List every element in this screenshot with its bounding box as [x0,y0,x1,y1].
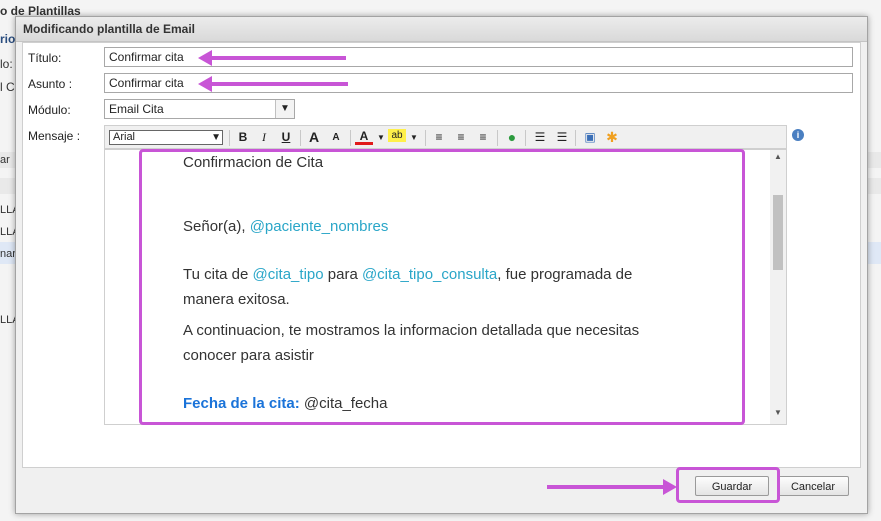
mensaje-label: Mensaje : [28,129,81,143]
grow-font-button[interactable]: A [305,129,323,146]
bold-button[interactable]: B [234,129,252,146]
scroll-thumb[interactable] [773,195,783,270]
info-icon[interactable]: i [792,129,804,141]
link-icon[interactable]: ● [503,129,521,146]
chevron-down-icon[interactable]: ▼ [405,129,423,146]
annotation-highlight-save [676,467,780,503]
modulo-label: Módulo: [28,103,71,117]
ordered-list-icon[interactable]: ☰ [531,129,549,146]
cancel-button[interactable]: Cancelar [777,476,849,496]
align-left-icon[interactable]: ≡ [430,129,448,146]
titulo-label: Título: [28,51,62,65]
background-subtitle: rio [0,32,16,46]
highlight-button[interactable]: ab [388,129,406,142]
shrink-font-button[interactable]: A [327,129,345,146]
scroll-down-icon[interactable]: ▼ [770,408,786,422]
background-label: lo: [0,57,13,71]
modulo-select-value: Email Cita [109,102,164,116]
annotation-highlight-editor [139,149,745,425]
italic-button[interactable]: I [255,129,273,146]
annotation-arrow-asunto [198,76,348,92]
scroll-up-icon[interactable]: ▲ [770,152,786,166]
annotation-arrow-save [547,479,677,495]
chevron-down-icon[interactable]: ▼ [275,100,294,118]
asunto-label: Asunto : [28,77,73,91]
editor-scrollbar[interactable]: ▲ ▼ [770,150,786,424]
font-family-select[interactable]: Arial ▼ [109,130,223,145]
underline-button[interactable]: U [277,129,295,146]
font-family-value: Arial [113,131,136,143]
unordered-list-icon[interactable]: ☰ [553,129,571,146]
align-center-icon[interactable]: ≡ [452,129,470,146]
modulo-select[interactable]: Email Cita ▼ [104,99,295,119]
align-right-icon[interactable]: ≡ [474,129,492,146]
dialog-title: Modificando plantilla de Email [23,22,196,36]
font-color-button[interactable]: A [355,129,373,145]
background-column-header: ar [0,154,10,166]
chevron-down-icon: ▼ [211,132,221,143]
dialog-header[interactable]: Modificando plantilla de Email [16,17,867,42]
source-code-icon[interactable]: ▣ [581,129,599,146]
editor-toolbar: Arial ▼ B I U A A A ▼ ab ▼ ≡ ≡ ≡ ● ☰ ☰ ▣… [104,125,787,149]
annotation-arrow-titulo [198,50,346,66]
special-chars-icon[interactable]: ✱ [603,129,621,146]
